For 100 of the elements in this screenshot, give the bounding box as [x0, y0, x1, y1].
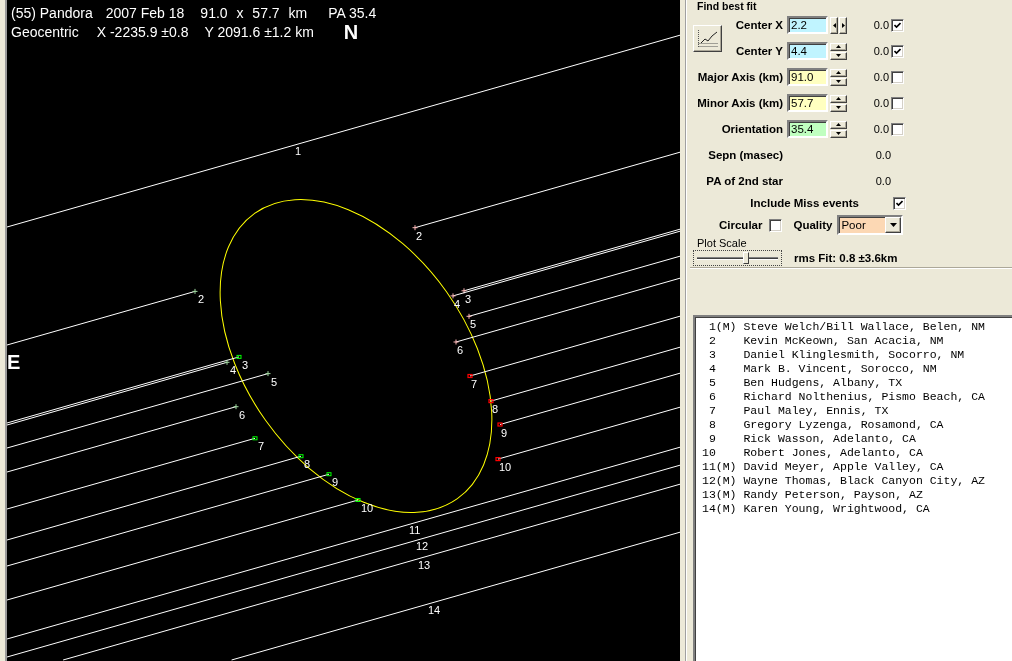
cross-marker-icon [192, 288, 198, 295]
parameter-input[interactable]: 57.7 [787, 94, 828, 112]
slider-thumb[interactable] [743, 251, 750, 264]
square-marker-icon [467, 373, 473, 379]
spin-down-button[interactable] [830, 77, 847, 86]
parameter-label: Sepn (masec) [708, 149, 783, 161]
y-offset: Y 2091.6 ±1.2 km [204, 24, 314, 40]
chord-label: 4 [454, 297, 461, 310]
observer-list-item[interactable]: 3 Daniel Klinglesmith, Socorro, NM [702, 348, 965, 362]
up-arrow-icon [836, 123, 841, 126]
chord-label: 7 [258, 440, 265, 453]
parameter-label: Minor Axis (km) [697, 97, 783, 109]
spin-down-button[interactable] [830, 103, 847, 112]
parameter-label: Center X [735, 19, 783, 31]
spin-up-button[interactable] [830, 42, 847, 51]
chord-label: 11 [409, 524, 421, 537]
event-date: 2007 Feb 18 [105, 5, 185, 21]
circular-label: Circular [719, 219, 763, 231]
position-angle: PA 35.4 [328, 5, 377, 21]
chord-label: 13 [418, 558, 431, 571]
observer-list-item[interactable]: 6 Richard Nolthenius, Pismo Beach, CA [702, 390, 985, 404]
observer-list-item[interactable]: 7 Paul Maley, Ennis, TX [702, 404, 889, 418]
plot-scale-slider[interactable] [693, 249, 782, 266]
left-arrow-icon [832, 22, 836, 28]
parameter-label: Center Y [735, 45, 783, 57]
result-value: 0.0 [873, 19, 889, 31]
cross-marker-icon [461, 287, 467, 294]
up-arrow-icon [836, 45, 841, 48]
check-icon [894, 47, 901, 55]
checkbox[interactable] [891, 96, 904, 110]
x-offset: X -2235.9 ±0.8 [96, 24, 189, 40]
rms-fit-text: rms Fit: 0.8 ±3.6km [794, 251, 898, 264]
down-arrow-icon [836, 132, 841, 135]
up-arrow-icon [836, 71, 841, 74]
line-chart-icon [696, 28, 719, 48]
chord-label: 6 [239, 408, 246, 421]
chord-label: 2 [416, 229, 423, 242]
cross-marker-icon [412, 224, 418, 231]
group-caption: Find best fit [697, 0, 757, 12]
asteroid-dimensions: 91.0 x 57.7 km [200, 5, 308, 21]
observer-list-item[interactable]: 12(M) Wayne Thomas, Black Canyon City, AZ [702, 474, 985, 488]
observer-list-item[interactable]: 10 Robert Jones, Adelanto, CA [702, 446, 923, 460]
chord-label: 7 [471, 378, 478, 390]
observer-list-item[interactable]: 9 Rick Wasson, Adelanto, CA [702, 432, 916, 446]
chord-label: 6 [457, 344, 464, 356]
parameter-label: Orientation [721, 123, 783, 135]
square-marker-icon [298, 454, 304, 459]
spin-down-button[interactable] [830, 129, 847, 138]
observer-list-item[interactable]: 13(M) Randy Peterson, Payson, AZ [702, 488, 923, 502]
parameter-input[interactable]: 91.0 [787, 68, 828, 86]
checkbox[interactable] [891, 18, 904, 32]
parameter-input[interactable]: 2.2 [787, 16, 828, 34]
east-label: E [7, 351, 21, 373]
checkbox[interactable] [891, 122, 904, 136]
frame-label: Geocentric [11, 24, 79, 40]
observer-list-item[interactable]: 5 Ben Hudgens, Albany, TX [702, 376, 903, 390]
checkbox[interactable] [769, 218, 783, 232]
cross-marker-icon [233, 403, 239, 410]
checkbox[interactable] [893, 196, 906, 210]
square-marker-icon [488, 399, 494, 404]
chord-label: 9 [332, 476, 339, 489]
chord-label: 3 [465, 292, 472, 305]
observer-list-item[interactable]: 4 Mark B. Vincent, Sorocco, NM [702, 362, 937, 376]
observer-list-item[interactable]: 1(M) Steve Welch/Bill Wallace, Belen, NM [702, 320, 985, 334]
fit-button[interactable] [693, 24, 722, 52]
chord-label: 2 [198, 293, 205, 306]
chord-label: 4 [230, 364, 237, 377]
observer-list-item[interactable]: 11(M) David Meyer, Apple Valley, CA [702, 460, 944, 474]
checkbox[interactable] [891, 44, 904, 58]
observer-list-item[interactable]: 2 Kevin McKeown, San Acacia, NM [702, 334, 944, 348]
observer-list-item[interactable]: 14(M) Karen Young, Wrightwood, CA [702, 502, 930, 516]
plot-scale-label: Plot Scale [697, 238, 747, 249]
cross-marker-icon [224, 359, 230, 366]
chord-label: 10 [361, 502, 374, 514]
observer-list-item[interactable]: 8 Gregory Lyzenga, Rosamond, CA [702, 418, 944, 432]
asteroid-name: (55) Pandora [11, 5, 93, 21]
dropdown-button[interactable] [885, 217, 902, 233]
spin-right-button[interactable] [839, 16, 847, 34]
spin-up-button[interactable] [830, 120, 847, 129]
spin-up-button[interactable] [830, 94, 847, 103]
result-value: 0.0 [873, 45, 889, 57]
spin-up-button[interactable] [830, 68, 847, 77]
down-arrow-icon [836, 106, 841, 109]
spin-left-button[interactable] [830, 16, 838, 34]
parameter-label: Major Axis (km) [697, 71, 783, 83]
checkbox[interactable] [891, 70, 904, 84]
parameter-input[interactable]: 35.4 [787, 120, 828, 138]
square-marker-icon [236, 354, 242, 359]
parameter-input[interactable]: 4.4 [787, 42, 828, 60]
quality-dropdown[interactable]: Poor [837, 215, 904, 235]
spin-down-button[interactable] [830, 51, 847, 60]
parameter-label: PA of 2nd star [706, 175, 783, 187]
chord-label: 3 [242, 358, 249, 371]
chord-label: 5 [271, 375, 278, 388]
cross-marker-icon [450, 292, 456, 299]
cross-marker-icon [466, 313, 472, 320]
cross-marker-icon [265, 370, 271, 377]
square-marker-icon [497, 422, 503, 427]
quality-label: Quality [793, 219, 833, 231]
chord-label: 8 [492, 403, 499, 416]
